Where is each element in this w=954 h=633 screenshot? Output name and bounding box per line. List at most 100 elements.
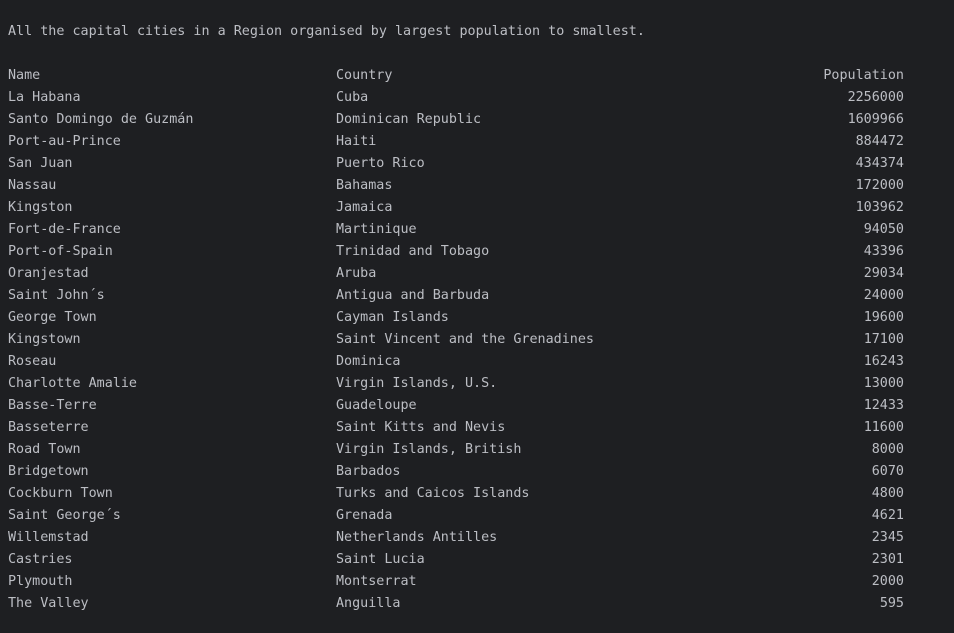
table-row: Willemstad Netherlands Antilles 2345 xyxy=(0,527,954,549)
table-row: Cockburn Town Turks and Caicos Islands 480… xyxy=(0,483,954,505)
table-row: Kingstown Saint Vincent and the Grenadine… xyxy=(0,329,954,351)
capital-name-cell: Bridgetown xyxy=(8,464,89,479)
population-cell: 172000 xyxy=(855,178,904,193)
country-cell: Bahamas xyxy=(336,178,393,193)
country-cell: Netherlands Antilles xyxy=(336,530,498,545)
column-header-population: Population xyxy=(823,68,904,83)
capital-name-cell: Kingston xyxy=(8,200,73,215)
population-cell: 24000 xyxy=(863,288,904,303)
population-cell: 884472 xyxy=(855,134,904,149)
population-cell: 595 xyxy=(879,596,904,611)
capital-name-cell: Basse-Terre xyxy=(8,398,97,413)
country-cell: Haiti xyxy=(336,134,377,149)
population-cell: 94050 xyxy=(863,222,904,237)
table-row: George Town Cayman Islands 19600 xyxy=(0,307,954,329)
country-cell: Virgin Islands, U.S. xyxy=(336,376,498,391)
population-cell: 11600 xyxy=(863,420,904,435)
capital-name-cell: Castries xyxy=(8,552,73,567)
country-cell: Barbados xyxy=(336,464,401,479)
table-row: Charlotte Amalie Virgin Islands, U.S. 1300… xyxy=(0,373,954,395)
table-row: Castries Saint Lucia 2301 xyxy=(0,549,954,571)
column-header-country: Country xyxy=(336,68,393,83)
table-row: Saint John´s Antigua and Barbuda 24000 xyxy=(0,285,954,307)
country-cell: Montserrat xyxy=(336,574,417,589)
capital-name-cell: Charlotte Amalie xyxy=(8,376,137,391)
population-cell: 434374 xyxy=(855,156,904,171)
country-cell: Cuba xyxy=(336,90,369,105)
table-row: La Habana Cuba 2256000 xyxy=(0,87,954,109)
table-row: Port-au-Prince Haiti 884472 xyxy=(0,131,954,153)
country-cell: Jamaica xyxy=(336,200,393,215)
country-cell: Dominican Republic xyxy=(336,112,482,127)
capital-name-cell: Saint John´s xyxy=(8,288,105,303)
table-row: Bridgetown Barbados 6070 xyxy=(0,461,954,483)
console-output: All the capital cities in a Region organ… xyxy=(0,0,954,633)
table-row: Plymouth Montserrat 2000 xyxy=(0,571,954,593)
capital-name-cell: La Habana xyxy=(8,90,81,105)
population-cell: 1609966 xyxy=(847,112,904,127)
capital-name-cell: The Valley xyxy=(8,596,89,611)
country-cell: Martinique xyxy=(336,222,417,237)
population-cell: 13000 xyxy=(863,376,904,391)
capital-name-cell: Fort-de-France xyxy=(8,222,121,237)
capital-name-cell: Port-au-Prince xyxy=(8,134,121,149)
capital-name-cell: Road Town xyxy=(8,442,81,457)
population-cell: 29034 xyxy=(863,266,904,281)
capital-name-cell: Saint George´s xyxy=(8,508,121,523)
population-cell: 16243 xyxy=(863,354,904,369)
population-cell: 2000 xyxy=(871,574,904,589)
country-cell: Saint Kitts and Nevis xyxy=(336,420,506,435)
capital-name-cell: Port-of-Spain xyxy=(8,244,113,259)
population-cell: 4621 xyxy=(871,508,904,523)
capital-name-cell: Santo Domingo de Guzmán xyxy=(8,112,194,127)
table-row: Oranjestad Aruba 29034 xyxy=(0,263,954,285)
population-cell: 6070 xyxy=(871,464,904,479)
capital-name-cell: George Town xyxy=(8,310,97,325)
table-row: Road Town Virgin Islands, British 8000 xyxy=(0,439,954,461)
report-heading: All the capital cities in a Region organ… xyxy=(8,24,645,39)
country-cell: Virgin Islands, British xyxy=(336,442,522,457)
table-header-row: Name Country Population xyxy=(0,65,954,87)
column-header-name: Name xyxy=(8,68,41,83)
country-cell: Puerto Rico xyxy=(336,156,425,171)
country-cell: Antigua and Barbuda xyxy=(336,288,490,303)
capital-name-cell: Plymouth xyxy=(8,574,73,589)
table-row: Fort-de-France Martinique 94050 xyxy=(0,219,954,241)
country-cell: Saint Lucia xyxy=(336,552,425,567)
table-row: Saint George´s Grenada 4621 xyxy=(0,505,954,527)
country-cell: Saint Vincent and the Grenadines xyxy=(336,332,594,347)
capital-name-cell: Willemstad xyxy=(8,530,89,545)
population-cell: 2256000 xyxy=(847,90,904,105)
table-row: Basseterre Saint Kitts and Nevis 11600 xyxy=(0,417,954,439)
table-row: Kingston Jamaica 103962 xyxy=(0,197,954,219)
table-row: Port-of-Spain Trinidad and Tobago 43396 xyxy=(0,241,954,263)
table-row: Santo Domingo de Guzmán Dominican Republi… xyxy=(0,109,954,131)
capital-name-cell: Basseterre xyxy=(8,420,89,435)
country-cell: Cayman Islands xyxy=(336,310,449,325)
population-cell: 4800 xyxy=(871,486,904,501)
capital-name-cell: San Juan xyxy=(8,156,73,171)
table-row: Nassau Bahamas 172000 xyxy=(0,175,954,197)
population-cell: 2345 xyxy=(871,530,904,545)
population-cell: 103962 xyxy=(855,200,904,215)
country-cell: Guadeloupe xyxy=(336,398,417,413)
country-cell: Anguilla xyxy=(336,596,401,611)
country-cell: Trinidad and Tobago xyxy=(336,244,490,259)
table-row: Basse-Terre Guadeloupe 12433 xyxy=(0,395,954,417)
capital-name-cell: Roseau xyxy=(8,354,57,369)
population-cell: 17100 xyxy=(863,332,904,347)
population-cell: 2301 xyxy=(871,552,904,567)
capital-name-cell: Oranjestad xyxy=(8,266,89,281)
population-cell: 19600 xyxy=(863,310,904,325)
capital-name-cell: Kingstown xyxy=(8,332,81,347)
country-cell: Aruba xyxy=(336,266,377,281)
table-row: The Valley Anguilla 595 xyxy=(0,593,954,615)
table-row: Roseau Dominica 16243 xyxy=(0,351,954,373)
country-cell: Turks and Caicos Islands xyxy=(336,486,530,501)
population-cell: 43396 xyxy=(863,244,904,259)
table-row: San Juan Puerto Rico 434374 xyxy=(0,153,954,175)
population-cell: 8000 xyxy=(871,442,904,457)
capital-name-cell: Nassau xyxy=(8,178,57,193)
country-cell: Dominica xyxy=(336,354,401,369)
country-cell: Grenada xyxy=(336,508,393,523)
